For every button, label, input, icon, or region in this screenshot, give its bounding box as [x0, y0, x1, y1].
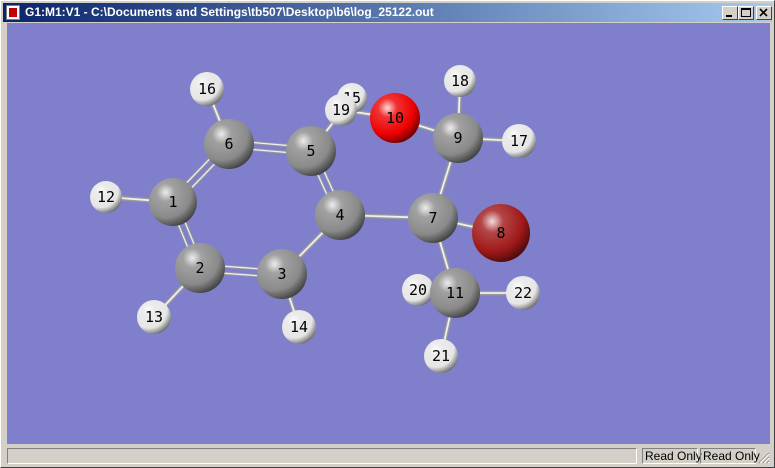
atom-20[interactable]: 20	[402, 274, 434, 306]
atom-21[interactable]: 21	[424, 339, 458, 373]
atom-20-label: 20	[409, 281, 427, 299]
atom-4-label: 4	[335, 206, 344, 224]
atom-7[interactable]: 7	[408, 193, 458, 243]
status-bar: Read Only Read Only	[3, 447, 772, 466]
close-button[interactable]	[756, 6, 772, 20]
atom-11-label: 11	[446, 284, 464, 302]
atom-12-label: 12	[97, 188, 115, 206]
atom-2-label: 2	[195, 259, 204, 277]
atom-13[interactable]: 13	[137, 300, 171, 334]
molecule-view[interactable]: 151218192013141617212212 34567910118	[7, 23, 770, 444]
atom-1[interactable]: 1	[149, 178, 197, 226]
atom-13-label: 13	[145, 308, 163, 326]
atom-18[interactable]: 18	[444, 65, 476, 97]
maximize-button[interactable]	[738, 6, 754, 20]
atom-9[interactable]: 9	[433, 113, 483, 163]
atom-6[interactable]: 6	[204, 119, 254, 169]
atom-9-label: 9	[453, 129, 462, 147]
gaussview-window: G1:M1:V1 - C:\Documents and Settings\tb5…	[0, 0, 775, 468]
atom-22[interactable]: 22	[506, 276, 540, 310]
atom-2[interactable]: 2	[175, 243, 225, 293]
atom-16-label: 16	[198, 80, 216, 98]
minimize-icon	[726, 15, 732, 17]
atom-3-label: 3	[277, 265, 286, 283]
maximize-icon	[741, 8, 751, 17]
atom-7-label: 7	[428, 209, 437, 227]
atom-10-label: 10	[386, 109, 404, 127]
atom-8[interactable]: 8	[472, 204, 530, 262]
atom-11[interactable]: 11	[430, 268, 480, 318]
atom-17-label: 17	[510, 132, 528, 150]
atom-16[interactable]: 16	[190, 72, 224, 106]
atom-8-label: 8	[496, 224, 505, 242]
molecule-viewport[interactable]: 15 12 18 19 20 13 14 16 17 21 22 1 2 3 4 5 6 7 9 10 11 8	[7, 23, 770, 444]
atom-4[interactable]: 4	[315, 190, 365, 240]
atom-5[interactable]: 5	[286, 126, 336, 176]
atom-14[interactable]: 14	[282, 310, 316, 344]
minimize-button[interactable]	[722, 6, 738, 20]
atom-19-label: 19	[332, 101, 350, 119]
atom-5-label: 5	[306, 142, 315, 160]
atom-21-label: 21	[432, 347, 450, 365]
atom-14-label: 14	[290, 318, 308, 336]
resize-grip-icon[interactable]	[758, 452, 770, 464]
atom-6-label: 6	[224, 135, 233, 153]
status-read-only-1: Read Only	[642, 448, 702, 464]
atom-17[interactable]: 17	[502, 124, 536, 158]
close-icon	[759, 8, 768, 17]
app-icon[interactable]	[6, 5, 20, 20]
status-read-only-2: Read Only	[700, 448, 760, 464]
atom-12[interactable]: 12	[90, 181, 122, 213]
atom-19[interactable]: 19	[325, 94, 357, 126]
atom-22-label: 22	[514, 284, 532, 302]
window-title: G1:M1:V1 - C:\Documents and Settings\tb5…	[25, 5, 434, 19]
status-message	[7, 448, 637, 464]
atom-10[interactable]: 10	[370, 93, 420, 143]
title-bar[interactable]: G1:M1:V1 - C:\Documents and Settings\tb5…	[3, 3, 772, 22]
atom-3[interactable]: 3	[257, 249, 307, 299]
atom-1-label: 1	[168, 193, 177, 211]
atom-18-label: 18	[451, 72, 469, 90]
